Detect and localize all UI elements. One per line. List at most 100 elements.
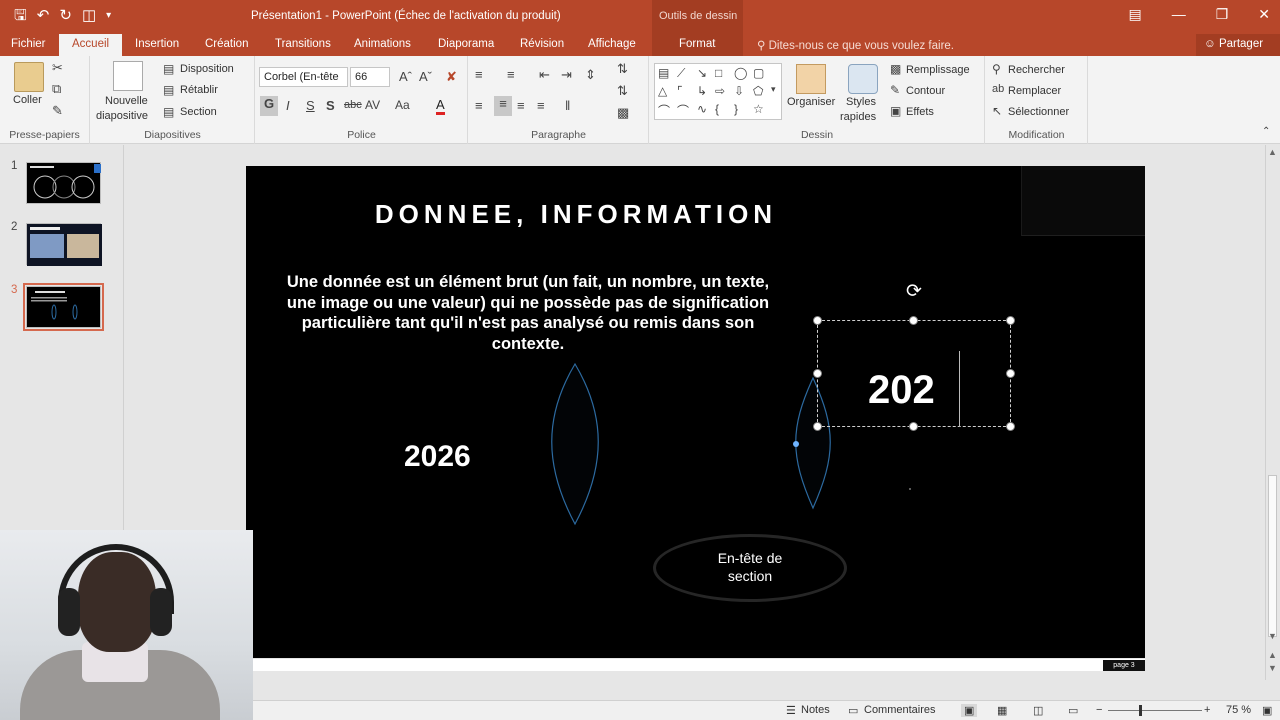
- ribbon-display-icon[interactable]: ▤: [1128, 6, 1141, 23]
- font-family-select[interactable]: Corbel (En-tête: [259, 67, 348, 87]
- fit-slide-icon[interactable]: ▣: [1262, 704, 1272, 717]
- paste-label[interactable]: Coller: [13, 94, 42, 106]
- next-slide-icon[interactable]: ▼: [1268, 663, 1277, 673]
- shape-textbox-icon[interactable]: ▤: [658, 66, 669, 80]
- copy-icon[interactable]: ⧉: [52, 81, 61, 97]
- reset-button[interactable]: Rétablir: [180, 84, 218, 96]
- shape-freeform-icon[interactable]: ∿: [697, 102, 707, 116]
- collapse-ribbon-icon[interactable]: ⌃: [1262, 126, 1270, 137]
- shapes-more-icon[interactable]: ▾: [771, 84, 776, 95]
- scroll-down-icon[interactable]: ▼: [1268, 631, 1277, 641]
- undo-icon[interactable]: ↶: [37, 6, 50, 26]
- tab-format[interactable]: Format: [679, 38, 715, 50]
- redo-icon[interactable]: ↻: [59, 6, 72, 26]
- tab-animations[interactable]: Animations: [354, 38, 411, 50]
- paste-icon[interactable]: [14, 62, 44, 92]
- slide-thumbnail-3[interactable]: [23, 283, 104, 331]
- slide-sorter-icon[interactable]: ▦: [997, 704, 1007, 717]
- shrink-font-icon[interactable]: Aˇ: [419, 69, 432, 84]
- scroll-up-icon[interactable]: ▲: [1268, 147, 1277, 157]
- zoom-in-icon[interactable]: +: [1204, 704, 1210, 716]
- maximize-icon[interactable]: ❐: [1216, 6, 1229, 23]
- new-slide-label-1[interactable]: Nouvelle: [105, 95, 148, 107]
- save-icon[interactable]: 🖫: [14, 6, 27, 26]
- align-right-icon[interactable]: ≡: [517, 98, 525, 113]
- replace-button[interactable]: Remplacer: [1008, 85, 1061, 97]
- shape-effects-button[interactable]: Effets: [906, 106, 934, 118]
- share-button[interactable]: ☺ Partager: [1196, 34, 1280, 56]
- tab-insertion[interactable]: Insertion: [135, 38, 179, 50]
- quick-styles-label-1[interactable]: Styles: [846, 96, 876, 108]
- quick-styles-icon[interactable]: [848, 64, 878, 94]
- align-left-icon[interactable]: ≡: [475, 98, 483, 113]
- italic-icon[interactable]: I: [286, 98, 290, 113]
- slide-title[interactable]: DONNEE, INFORMATION: [246, 199, 906, 230]
- vertical-scrollbar[interactable]: ▲ ▼ ▲ ▼: [1265, 145, 1279, 680]
- resize-handle-l[interactable]: [813, 369, 822, 378]
- shape-rightarrow-icon[interactable]: ⇨: [715, 84, 725, 98]
- scrollbar-thumb[interactable]: [1268, 475, 1277, 637]
- notes-button[interactable]: Notes: [801, 704, 830, 716]
- shape-oval-icon[interactable]: ◯: [734, 66, 747, 80]
- smartart-icon[interactable]: ▩: [617, 105, 629, 121]
- grow-font-icon[interactable]: Aˆ: [399, 69, 412, 84]
- reading-view-icon[interactable]: ◫: [1033, 704, 1043, 717]
- align-center-icon[interactable]: ≡: [494, 96, 512, 116]
- close-icon[interactable]: ✕: [1258, 6, 1270, 23]
- cut-icon[interactable]: ✂: [52, 60, 63, 76]
- prev-slide-icon[interactable]: ▲: [1268, 650, 1277, 660]
- tab-affichage[interactable]: Affichage: [588, 38, 636, 50]
- shape-elbow-icon[interactable]: ↳: [697, 84, 707, 98]
- section-button[interactable]: Section: [180, 106, 217, 118]
- start-presentation-icon[interactable]: ◫: [82, 6, 96, 26]
- layout-button[interactable]: Disposition: [180, 63, 234, 75]
- tab-revision[interactable]: Révision: [520, 38, 564, 50]
- shape-brace-right-icon[interactable]: }: [734, 102, 738, 116]
- decrease-indent-icon[interactable]: ⇤: [539, 67, 550, 83]
- shape-arrow-icon[interactable]: ↘: [697, 66, 707, 80]
- number-left[interactable]: 2026: [404, 440, 471, 474]
- numbering-icon[interactable]: ≡: [507, 67, 515, 82]
- resize-handle-r[interactable]: [1006, 369, 1015, 378]
- resize-handle-t[interactable]: [909, 316, 918, 325]
- number-editing[interactable]: 202: [868, 368, 935, 413]
- resize-handle-tr[interactable]: [1006, 316, 1015, 325]
- shapes-gallery[interactable]: ▤ ⟋ ↘ □ ◯ ▢ △ ⌜ ↳ ⇨ ⇩ ⬠ ⌒ ⌒ ∿ { } ☆ ▾: [654, 63, 782, 120]
- bullets-icon[interactable]: ≡: [475, 67, 483, 82]
- tab-accueil[interactable]: Accueil: [59, 34, 123, 56]
- shape-curve-icon[interactable]: ⌒: [677, 102, 689, 119]
- format-painter-icon[interactable]: ✎: [52, 103, 63, 119]
- minimize-icon[interactable]: —: [1172, 6, 1186, 23]
- strikethrough-icon[interactable]: abc: [344, 99, 362, 111]
- shape-flowchart-icon[interactable]: ⬠: [753, 84, 763, 98]
- slide-thumbnail-2[interactable]: [26, 223, 102, 266]
- shadow-icon[interactable]: S: [326, 98, 335, 113]
- shape-arc-icon[interactable]: ⌒: [658, 102, 670, 119]
- zoom-slider-knob[interactable]: [1139, 705, 1142, 716]
- resize-handle-br[interactable]: [1006, 422, 1015, 431]
- normal-view-icon[interactable]: ▣: [961, 704, 978, 717]
- section-header-text[interactable]: En-tête de section: [653, 549, 847, 585]
- slide-3[interactable]: DONNEE, INFORMATION Une donnée est un él…: [246, 166, 1145, 658]
- shape-connector-icon[interactable]: ⌜: [677, 84, 683, 98]
- new-slide-icon[interactable]: [113, 61, 143, 91]
- shape-line-icon[interactable]: ⟋: [677, 66, 685, 81]
- tab-diaporama[interactable]: Diaporama: [438, 38, 494, 50]
- tab-transitions[interactable]: Transitions: [275, 38, 331, 50]
- shape-star-icon[interactable]: ☆: [753, 102, 764, 116]
- slideshow-view-icon[interactable]: ▭: [1068, 704, 1078, 717]
- find-button[interactable]: Rechercher: [1008, 64, 1065, 76]
- comments-button[interactable]: Commentaires: [864, 704, 936, 716]
- clear-formatting-icon[interactable]: ✘: [446, 69, 457, 85]
- resize-handle-bl[interactable]: [813, 422, 822, 431]
- customize-qat-icon[interactable]: ▾: [106, 6, 111, 26]
- change-case-icon[interactable]: Aa: [395, 98, 410, 112]
- arrange-button[interactable]: Organiser: [787, 96, 835, 108]
- shape-triangle-icon[interactable]: △: [658, 84, 667, 98]
- line-spacing-icon[interactable]: ⇕: [585, 67, 596, 83]
- shape-outline-button[interactable]: Contour: [906, 85, 945, 97]
- rotate-handle-icon[interactable]: ⟳: [906, 280, 922, 303]
- char-spacing-icon[interactable]: AV: [365, 98, 380, 112]
- tab-fichier[interactable]: Fichier: [11, 38, 46, 50]
- increase-indent-icon[interactable]: ⇥: [561, 67, 572, 83]
